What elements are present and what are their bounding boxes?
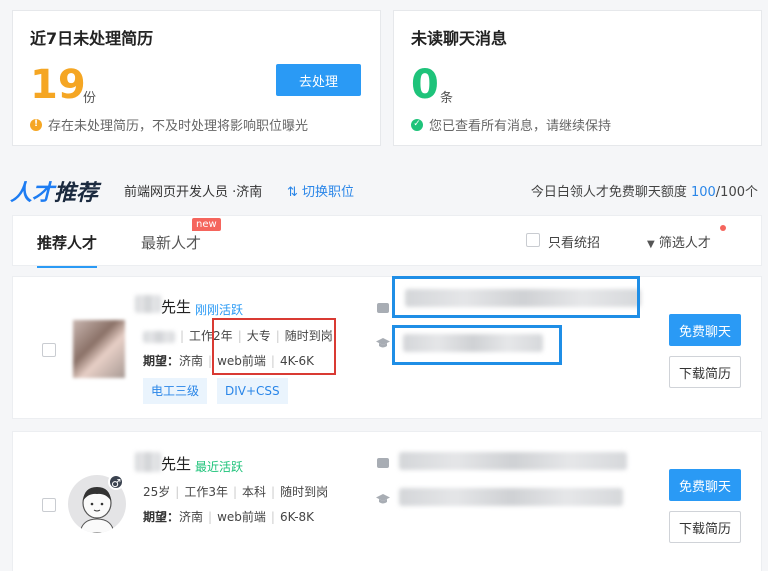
candidate-checkbox[interactable]: [42, 343, 56, 357]
candidate-card[interactable]: 先生 刚刚活跃 | 工作2年 | 大专 | 随时到岗 期望：济南 | web前端 | 4K-6K …: [12, 276, 762, 419]
warning-icon: !: [30, 118, 42, 131]
expect-city: 济南: [179, 354, 204, 368]
expect-city: 济南: [179, 510, 204, 524]
unread-ok-note: ✓ 您已查看所有消息，请继续保持: [411, 115, 611, 134]
candidate-checkbox[interactable]: [42, 498, 56, 512]
logo-part-b: 推荐: [54, 181, 99, 206]
expect-job: web前端: [217, 510, 266, 524]
expect-label: 期望：: [143, 354, 180, 368]
unread-messages-card: 未读聊天消息 0 条 ✓ 您已查看所有消息，请继续保持: [393, 10, 762, 146]
active-status: 刚刚活跃: [195, 303, 244, 317]
process-button[interactable]: 去处理: [276, 64, 361, 96]
expect-label: 期望：: [143, 510, 180, 524]
briefcase-icon: [377, 303, 389, 313]
candidate-card[interactable]: ♂ 先生 最近活跃 25岁 | 工作3年 | 本科 | 随时到岗 期望：济南 | web前端 | 6…: [12, 431, 762, 571]
highlight-box-blue: [392, 325, 562, 365]
switch-position-label: 切换职位: [302, 185, 355, 200]
active-status: 最近活跃: [195, 460, 244, 474]
skill-tag: 电工三级: [143, 378, 208, 404]
unread-messages-title: 未读聊天消息: [411, 29, 508, 48]
tab-recommended[interactable]: 推荐人才: [37, 232, 98, 268]
chat-quota: 今日白领人才免费聊天额度 100/100个: [531, 181, 758, 200]
candidate-basic-info: 25岁 | 工作3年 | 本科 | 随时到岗: [143, 485, 329, 499]
unread-messages-unit: 条: [440, 91, 454, 106]
candidate-name: 先生: [161, 455, 192, 473]
quota-used: 100: [690, 185, 716, 200]
education: 本科: [242, 485, 267, 499]
avatar: [73, 320, 125, 378]
current-position: 前端网页开发人员 ·济南: [124, 185, 263, 200]
filter-notify-dot: [720, 225, 726, 231]
pending-resumes-unit: 份: [83, 91, 97, 106]
candidate-name: 先生: [161, 298, 192, 316]
filter-icon: ▼: [647, 239, 655, 250]
work-history-masked: [399, 452, 627, 470]
candidate-expectation: 期望：济南 | web前端 | 6K-8K: [143, 510, 315, 524]
talent-tabs: 推荐人才 最新人才 只看统招 ▼ 筛选人才: [12, 215, 762, 268]
switch-icon: ⇅: [287, 185, 298, 200]
highlight-box-red: [212, 318, 336, 375]
filter-button[interactable]: ▼ 筛选人才: [647, 232, 711, 251]
only-graduates-label[interactable]: 只看统招: [548, 232, 600, 251]
availability: 随时到岗: [280, 485, 329, 499]
logo-part-a: 人才: [10, 181, 55, 206]
gender-male-icon: ♂: [108, 474, 124, 490]
only-graduates-checkbox[interactable]: [526, 233, 540, 247]
new-badge: new: [192, 218, 221, 231]
graduation-cap-icon: [376, 494, 390, 504]
check-icon: ✓: [411, 118, 423, 131]
age: 25岁: [143, 485, 171, 499]
tab-latest[interactable]: 最新人才: [141, 232, 201, 253]
graduation-cap-icon: [376, 338, 390, 348]
education-masked: [399, 488, 623, 506]
talent-recommend-logo: 人才推荐: [10, 175, 98, 207]
quota-prefix: 今日白领人才免费聊天额度: [530, 185, 691, 200]
pending-resumes-title: 近7日未处理简历: [30, 29, 154, 48]
pending-warning: ! 存在未处理简历，不及时处理将影响职位曝光: [30, 115, 308, 134]
download-resume-button[interactable]: 下载简历: [669, 511, 741, 543]
skill-tag: DIV+CSS: [217, 378, 288, 404]
quota-total: /100个: [715, 185, 758, 200]
unread-messages-count: 0: [411, 62, 439, 108]
switch-position-link[interactable]: ⇅ 切换职位: [287, 181, 354, 200]
free-chat-button[interactable]: 免费聊天: [669, 469, 741, 501]
filter-label: 筛选人才: [658, 236, 711, 251]
pending-warning-text: 存在未处理简历，不及时处理将影响职位曝光: [48, 119, 309, 134]
info-masked: [143, 330, 175, 343]
pending-resumes-count: 19: [30, 62, 86, 108]
experience: 工作3年: [184, 485, 228, 499]
pending-resumes-card: 近7日未处理简历 19 份 去处理 ! 存在未处理简历，不及时处理将影响职位曝光: [12, 10, 381, 146]
free-chat-button[interactable]: 免费聊天: [669, 314, 741, 346]
highlight-box-blue: [392, 276, 640, 318]
briefcase-icon: [377, 458, 389, 468]
expect-salary: 6K-8K: [279, 510, 315, 524]
download-resume-button[interactable]: 下载简历: [669, 356, 741, 388]
unread-ok-text: 您已查看所有消息，请继续保持: [429, 119, 612, 134]
name-masked: [135, 295, 161, 313]
name-masked: [135, 452, 161, 472]
